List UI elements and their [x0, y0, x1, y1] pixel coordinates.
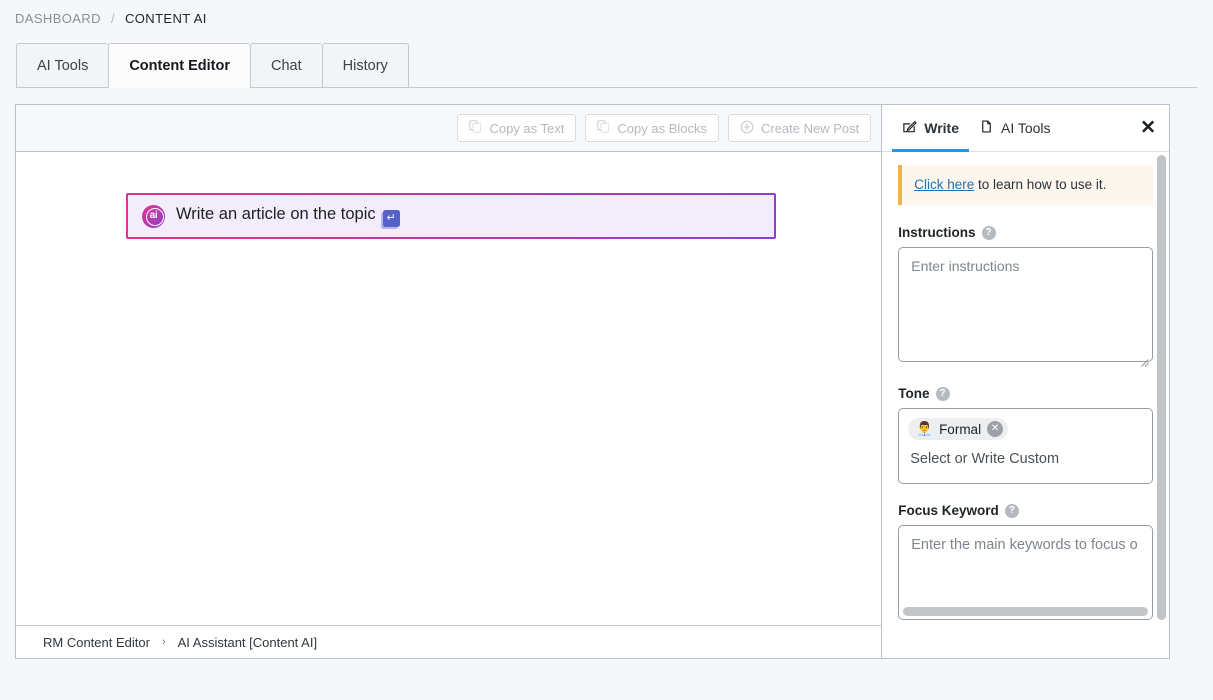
- status-item-rm-content-editor[interactable]: RM Content Editor: [43, 635, 150, 650]
- create-new-post-label: Create New Post: [760, 120, 860, 136]
- tone-chip-formal: 👨‍💼 Formal ✕: [908, 418, 1009, 441]
- breadcrumb: DASHBOARD / CONTENT AI: [0, 0, 1213, 26]
- close-icon[interactable]: ✕: [1140, 119, 1156, 138]
- side-tab-ai-tools[interactable]: AI Tools: [969, 105, 1061, 151]
- ai-badge-label: ai: [149, 210, 158, 221]
- remove-chip-icon[interactable]: ✕: [987, 421, 1004, 438]
- tone-placeholder[interactable]: Select or Write Custom: [908, 440, 1143, 467]
- businessperson-emoji-icon: 👨‍💼: [916, 421, 934, 437]
- ai-prompt-text: Write an article on the topic ↵: [176, 205, 400, 227]
- notice-link[interactable]: Click here: [914, 177, 974, 192]
- copy-icon: [597, 120, 610, 136]
- side-tab-write-label: Write: [924, 120, 959, 136]
- side-panel-body: Click here to learn how to use it. Instr…: [882, 152, 1169, 658]
- content-editor-card: Copy as Text Copy as Blocks Create New P…: [15, 104, 1170, 659]
- status-item-ai-assistant[interactable]: AI Assistant [Content AI]: [178, 635, 317, 650]
- content-ai-badge-icon: ai: [142, 204, 165, 228]
- editor-toolbar: Copy as Text Copy as Blocks Create New P…: [16, 105, 882, 152]
- tab-ai-tools[interactable]: AI Tools: [16, 43, 109, 87]
- editor-canvas[interactable]: ai Write an article on the topic ↵: [16, 152, 882, 625]
- tab-chat[interactable]: Chat: [250, 43, 322, 87]
- copy-as-blocks-label: Copy as Blocks: [617, 120, 707, 136]
- info-notice: Click here to learn how to use it.: [898, 165, 1153, 206]
- enter-key-icon: ↵: [382, 210, 400, 227]
- ai-prompt-block[interactable]: ai Write an article on the topic ↵: [126, 193, 776, 239]
- copy-as-text-label: Copy as Text: [489, 120, 565, 136]
- breadcrumb-current: CONTENT AI: [125, 11, 207, 26]
- ai-side-panel: Write AI Tools ✕ Click here to learn how…: [882, 105, 1169, 658]
- instructions-input[interactable]: [898, 247, 1153, 363]
- question-mark-icon[interactable]: ?: [1004, 503, 1019, 518]
- side-tab-write[interactable]: Write: [892, 105, 969, 152]
- notice-text: to learn how to use it.: [974, 177, 1107, 192]
- focus-keyword-label-row: Focus Keyword ?: [898, 503, 1153, 518]
- question-mark-icon[interactable]: ?: [981, 225, 996, 240]
- focus-keyword-label: Focus Keyword: [898, 503, 999, 519]
- question-mark-icon[interactable]: ?: [935, 386, 950, 401]
- focus-keyword-input[interactable]: Enter the main keywords to focus o: [898, 525, 1153, 621]
- document-icon: [979, 119, 994, 137]
- focus-keyword-horizontal-scrollbar[interactable]: [903, 607, 1148, 617]
- tab-content-editor[interactable]: Content Editor: [108, 43, 251, 88]
- breadcrumb-separator: /: [110, 11, 115, 26]
- tone-label-row: Tone ?: [898, 386, 1153, 401]
- plus-circle-icon: [740, 120, 754, 137]
- copy-icon: [469, 120, 482, 136]
- tab-history[interactable]: History: [321, 43, 409, 87]
- breadcrumb-dashboard[interactable]: DASHBOARD: [15, 11, 101, 26]
- status-separator-icon: ›: [161, 636, 166, 648]
- side-tab-ai-tools-label: AI Tools: [1001, 120, 1051, 136]
- pencil-square-icon: [902, 119, 917, 137]
- side-panel-tab-strip: Write AI Tools ✕: [882, 105, 1169, 152]
- editor-status-bar: RM Content Editor › AI Assistant [Conten…: [16, 625, 882, 658]
- focus-keyword-placeholder: Enter the main keywords to focus o: [911, 537, 1138, 554]
- main-tab-strip: AI Tools Content Editor Chat History: [16, 43, 1197, 88]
- side-panel-scrollbar-thumb[interactable]: [1157, 155, 1166, 620]
- tone-chip-label: Formal: [939, 421, 982, 437]
- create-new-post-button[interactable]: Create New Post: [727, 114, 872, 142]
- editor-column: Copy as Text Copy as Blocks Create New P…: [16, 105, 883, 658]
- tone-label: Tone: [898, 386, 930, 402]
- instructions-label: Instructions: [898, 225, 976, 241]
- tone-select[interactable]: 👨‍💼 Formal ✕ Select or Write Custom: [898, 408, 1153, 485]
- instructions-label-row: Instructions ?: [898, 225, 1153, 240]
- copy-as-text-button[interactable]: Copy as Text: [457, 114, 577, 142]
- copy-as-blocks-button[interactable]: Copy as Blocks: [585, 114, 719, 142]
